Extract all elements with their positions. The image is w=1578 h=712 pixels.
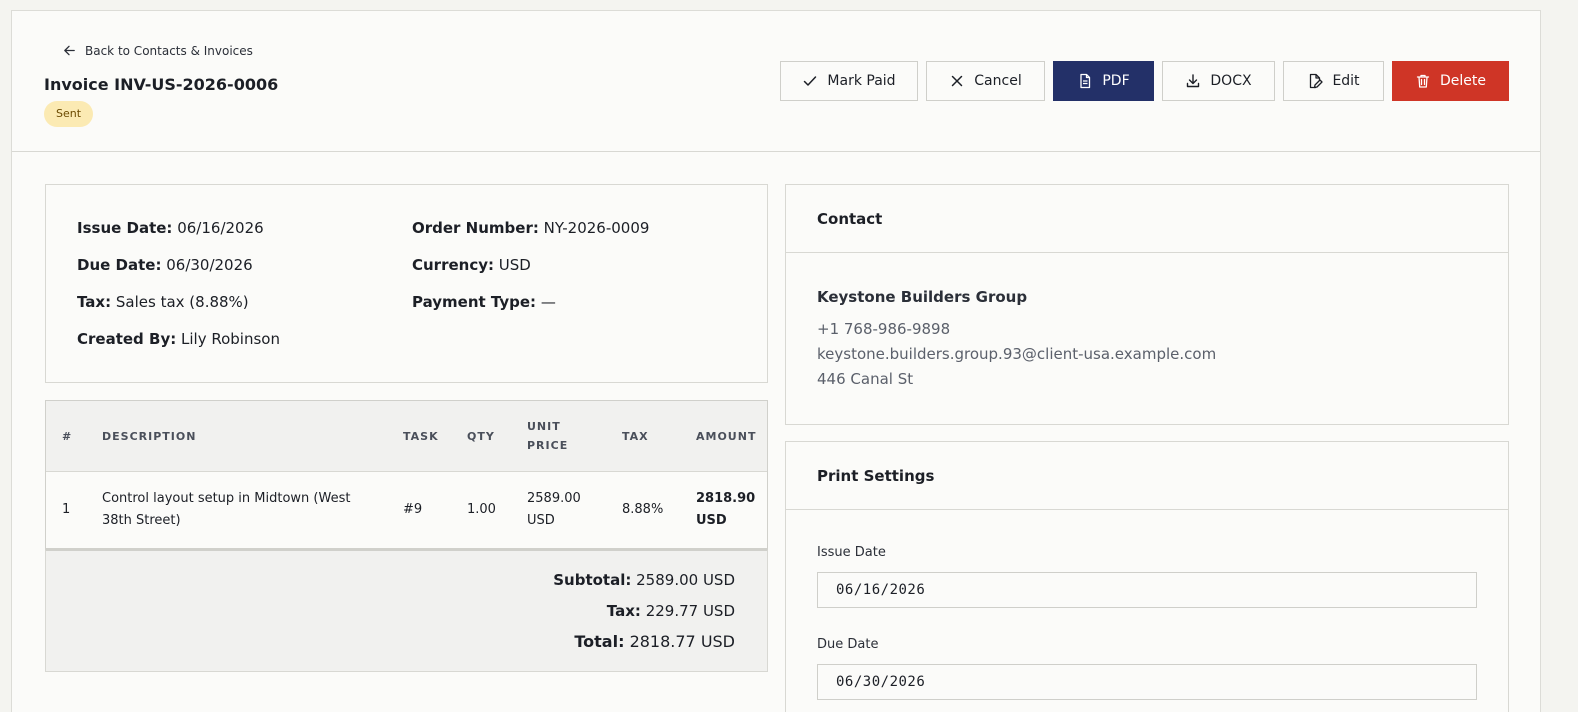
detail-issue-date: Issue Date: 06/16/2026 [77,219,264,237]
contact-panel: Contact Keystone Builders Group +1 768-9… [785,184,1509,425]
column-header-line: PRICE [527,439,569,452]
check-icon [804,76,817,86]
cell-line: USD [696,513,727,528]
grand-total-line: Total: 2818.77 USD [574,632,735,651]
issue-date-input[interactable] [817,572,1477,608]
cancel-label: Cancel [974,73,1022,89]
x-icon [952,75,963,87]
contact-name: Keystone Builders Group [817,288,1028,306]
issue-date-label: Issue Date [817,545,886,560]
print-settings-heading: Print Settings [786,442,1508,510]
contact-heading: Contact [786,185,1508,253]
cell-line: 2818.90 [696,491,756,506]
grand-total-value: 2818.77 USD [629,632,735,651]
invoice-header: Back to Contacts & Invoices Invoice INV-… [12,11,1540,152]
tax-total-value: 229.77 USD [645,602,735,620]
download-icon [1187,74,1200,88]
due-date-label: Due Date [817,637,879,652]
delete-label: Delete [1440,73,1486,89]
tax-total-line: Tax: 229.77 USD [607,602,735,620]
detail-due-date: Due Date: 06/30/2026 [77,256,253,274]
cancel-button[interactable]: Cancel [926,61,1045,101]
detail-value: 06/30/2026 [166,256,253,274]
column-header-unit-price: UNIT PRICE [527,417,568,455]
detail-payment-type: Payment Type: — [412,293,556,311]
tax-total-label: Tax: [606,602,641,620]
arrow-left-icon [64,45,75,56]
column-header-task: TASK [403,430,439,443]
status-badge: Sent [44,101,94,127]
detail-label: Tax: [77,293,112,311]
detail-label: Due Date: [77,256,162,274]
pdf-button[interactable]: PDF [1053,61,1154,101]
cell-unit-price: 2589.00 USD [527,488,581,532]
edit-label: Edit [1332,73,1360,89]
contact-email: keystone.builders.group.93@client-usa.ex… [817,345,1217,363]
detail-label: Order Number: [412,219,539,237]
detail-label: Created By: [77,330,177,348]
line-items-table: # DESCRIPTION TASK QTY UNIT PRICE TAX AM… [45,400,768,549]
column-header-num: # [62,430,73,443]
column-header-tax: TAX [622,430,649,443]
back-link-label: Back to Contacts & Invoices [85,43,253,58]
file-icon [1080,73,1091,89]
mark-paid-label: Mark Paid [827,73,896,89]
subtotal-label: Subtotal: [553,571,632,589]
column-header-description: DESCRIPTION [102,430,197,443]
docx-label: DOCX [1210,73,1252,89]
contact-phone: +1 768-986-9898 [817,320,951,338]
column-header-amount: AMOUNT [696,430,757,443]
action-toolbar: Mark Paid Cancel PDF DOCX Edit Delete [780,61,1509,101]
cell-tax: 8.88% [622,502,664,517]
delete-button[interactable]: Delete [1392,61,1509,101]
cell-amount: 2818.90 USD [696,488,755,532]
detail-value: — [540,293,556,311]
print-settings-panel: Print Settings Issue Date Due Date [785,441,1509,712]
cell-description: Control layout setup in Midtown (West 38… [102,488,350,532]
invoice-view: Back to Contacts & Invoices Invoice INV-… [11,10,1541,712]
detail-currency: Currency: USD [412,256,531,274]
invoice-details-card: Issue Date: 06/16/2026 Due Date: 06/30/2… [45,184,768,383]
back-link[interactable]: Back to Contacts & Invoices [62,43,253,58]
due-date-input[interactable] [817,664,1477,700]
cell-qty: 1.00 [467,502,496,517]
edit-button[interactable]: Edit [1283,61,1384,101]
cell-num: 1 [62,502,71,517]
trash-icon [1416,74,1430,88]
detail-label: Currency: [412,256,495,274]
docx-button[interactable]: DOCX [1162,61,1275,101]
page-title: Invoice INV-US-2026-0006 [44,75,279,94]
grand-total-label: Total: [574,632,625,651]
subtotal-line: Subtotal: 2589.00 USD [553,571,735,589]
mark-paid-button[interactable]: Mark Paid [780,61,918,101]
detail-created-by: Created By: Lily Robinson [77,330,280,348]
cell-line: 2589.00 [527,491,581,506]
cell-task: #9 [403,502,423,517]
detail-value: 06/16/2026 [177,219,264,237]
pdf-label: PDF [1102,73,1130,89]
cell-line: Control layout setup in Midtown (West [102,491,351,506]
detail-value: NY-2026-0009 [543,219,650,237]
cell-line: USD [527,513,555,528]
column-header-line: UNIT [527,420,561,433]
detail-tax: Tax: Sales tax (8.88%) [77,293,249,311]
file-edit-icon [1310,73,1324,89]
detail-label: Issue Date: [77,219,173,237]
detail-value: Lily Robinson [181,330,280,348]
table-header: # DESCRIPTION TASK QTY UNIT PRICE TAX AM… [46,401,767,472]
totals-summary: Subtotal: 2589.00 USD Tax: 229.77 USD To… [45,549,768,672]
detail-value: USD [498,256,531,274]
cell-line: 38th Street) [102,513,181,528]
subtotal-value: 2589.00 USD [636,571,735,589]
detail-label: Payment Type: [412,293,537,311]
column-header-qty: QTY [467,430,495,443]
detail-value: Sales tax (8.88%) [115,293,249,311]
detail-order-number: Order Number: NY-2026-0009 [412,219,649,237]
contact-address: 446 Canal St [817,370,914,388]
